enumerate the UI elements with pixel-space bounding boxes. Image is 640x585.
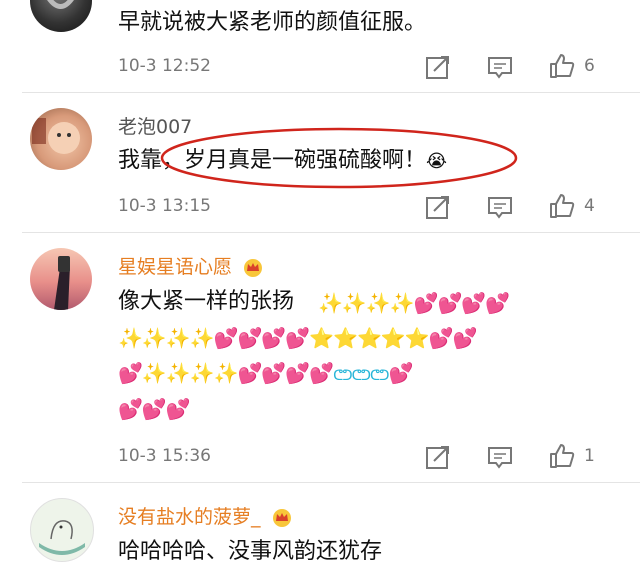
highlight-oval <box>160 127 518 189</box>
avatar-image <box>32 118 80 154</box>
like-icon[interactable] <box>548 52 576 80</box>
comment-text-body: 像大紧一样的张扬 <box>118 289 295 314</box>
avatar-image <box>47 0 74 9</box>
avatar[interactable] <box>30 108 92 170</box>
user-name[interactable]: 星娱星语心愿 <box>118 252 264 279</box>
avatar[interactable] <box>30 248 92 310</box>
like-icon[interactable] <box>548 442 576 470</box>
divider <box>22 232 640 233</box>
like-icon[interactable] <box>548 192 576 220</box>
emoji-row: 💕💕💕 <box>118 397 191 421</box>
avatar[interactable] <box>30 498 94 562</box>
emoji-group: 💕 <box>388 361 413 385</box>
share-icon[interactable] <box>424 443 452 471</box>
divider <box>22 482 640 483</box>
comment-time: 10-3 12:52 <box>118 56 211 76</box>
comment-icon[interactable] <box>486 443 514 471</box>
emoji-group: 💕✨✨✨✨💕💕💕💕 <box>118 361 334 385</box>
emoji-row: 💕✨✨✨✨💕💕💕💕ᕦᕤᕦᕤᕦᕤ💕 <box>118 358 413 391</box>
avatar-image <box>54 256 70 310</box>
vip-crown-icon <box>244 258 263 277</box>
emoji-row: ✨✨✨✨💕💕💕💕 <box>318 291 510 315</box>
comment-icon[interactable] <box>486 193 514 221</box>
comment-time: 10-3 13:15 <box>118 196 211 216</box>
avatar[interactable] <box>30 0 92 32</box>
like-count: 4 <box>584 196 595 216</box>
emoji-group: ᕦᕤᕦᕤᕦᕤ <box>333 368 389 384</box>
like-count: 6 <box>584 56 595 76</box>
share-icon[interactable] <box>424 193 452 221</box>
user-name-label: 星娱星语心愿 <box>118 256 233 278</box>
comment-text: 哈哈哈哈、没事风韵还犹存 <box>118 539 383 564</box>
comment-time: 10-3 15:36 <box>118 446 211 466</box>
divider <box>22 92 640 93</box>
like-count: 1 <box>584 446 595 466</box>
share-icon[interactable] <box>424 53 452 81</box>
comment-icon[interactable] <box>486 53 514 81</box>
avatar-image <box>39 520 85 555</box>
vip-crown-icon <box>272 508 291 527</box>
comment-text: 像大紧一样的张扬 <box>118 287 294 317</box>
emoji-row: ✨✨✨✨💕💕💕💕⭐⭐⭐⭐⭐💕💕 <box>118 326 478 350</box>
comment-text: 早就说被大紧老师的颜值征服。 <box>118 10 427 35</box>
user-name[interactable]: 没有盐水的菠萝_ <box>118 502 293 529</box>
user-name-label: 没有盐水的菠萝_ <box>118 506 261 528</box>
